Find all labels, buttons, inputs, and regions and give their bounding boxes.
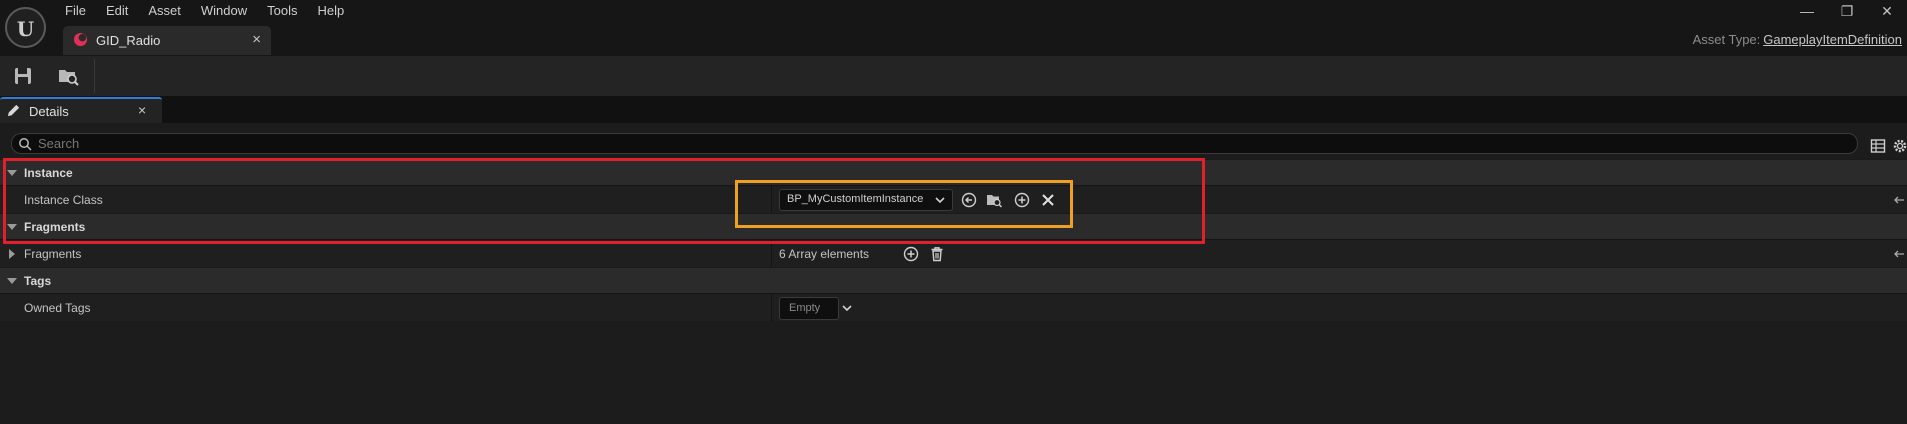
search-row: Search — [0, 129, 1907, 159]
asset-type-link[interactable]: GameplayItemDefinition — [1763, 32, 1902, 47]
reset-to-default-icon[interactable] — [1893, 248, 1905, 260]
details-tab[interactable]: Details × — [0, 97, 162, 123]
menu-help[interactable]: Help — [307, 0, 354, 22]
property-label: Fragments — [24, 247, 82, 261]
collapse-chevron-icon[interactable] — [7, 278, 17, 284]
chevron-down-icon[interactable] — [842, 304, 852, 312]
toolbar-separator — [94, 59, 95, 93]
menu-tools[interactable]: Tools — [257, 0, 307, 22]
details-tab-label: Details — [29, 104, 69, 119]
asset-type-info: Asset Type: GameplayItemDefinition — [1693, 32, 1902, 47]
property-label: Owned Tags — [24, 301, 91, 315]
asset-tab[interactable]: GID_Radio × — [63, 26, 271, 55]
close-window-button[interactable]: ✕ — [1867, 0, 1907, 22]
details-panel: Search Instance Instance Class BP_MyCust… — [0, 123, 1907, 424]
property-label: Instance Class — [24, 193, 103, 207]
property-row-instance-class: Instance Class BP_MyCustomItemInstance — [0, 185, 1907, 214]
trash-icon[interactable] — [929, 246, 945, 262]
gear-icon[interactable] — [1891, 137, 1907, 155]
search-input[interactable]: Search — [11, 133, 1858, 154]
category-tags[interactable]: Tags — [0, 267, 1907, 293]
gameplay-item-icon — [73, 32, 88, 47]
browse-icon[interactable] — [986, 192, 1002, 208]
column-divider[interactable] — [771, 186, 772, 214]
property-row-fragments: Fragments 6 Array elements — [0, 239, 1907, 268]
browse-to-asset-icon[interactable] — [56, 64, 80, 88]
add-element-icon[interactable] — [903, 246, 919, 262]
owned-tags-field[interactable]: Empty — [779, 297, 839, 320]
restore-button[interactable]: ❐ — [1827, 0, 1867, 22]
window-controls: — ❐ ✕ — [1787, 0, 1907, 22]
collapse-chevron-icon[interactable] — [7, 224, 17, 230]
search-placeholder: Search — [38, 136, 80, 151]
menu-file[interactable]: File — [55, 0, 96, 22]
menu-edit[interactable]: Edit — [96, 0, 138, 22]
unreal-logo-icon: U — [5, 7, 46, 48]
close-details-icon[interactable]: × — [138, 102, 146, 118]
save-icon[interactable] — [11, 64, 35, 88]
search-icon — [19, 138, 32, 151]
category-label: Instance — [24, 166, 73, 180]
asset-type-prefix: Asset Type: — [1692, 32, 1761, 47]
use-selected-icon[interactable] — [961, 192, 977, 208]
minimize-button[interactable]: — — [1787, 0, 1827, 22]
menu-bar: File Edit Asset Window Tools Help — [55, 0, 354, 22]
category-instance[interactable]: Instance — [0, 159, 1907, 185]
column-divider[interactable] — [771, 294, 772, 322]
menu-window[interactable]: Window — [191, 0, 257, 22]
menu-asset[interactable]: Asset — [138, 0, 191, 22]
title-bar: U File Edit Asset Window Tools Help — ❐ … — [0, 0, 1907, 56]
pencil-icon — [7, 104, 20, 117]
toolbar — [0, 56, 1907, 96]
array-count: 6 Array elements — [779, 247, 870, 261]
panel-tab-row: Details × — [0, 96, 1907, 123]
combo-value: BP_MyCustomItemInstance — [787, 193, 924, 205]
table-view-icon[interactable] — [1870, 138, 1886, 154]
column-divider[interactable] — [771, 240, 772, 268]
add-icon[interactable] — [1014, 192, 1030, 208]
reset-to-default-icon[interactable] — [1893, 194, 1905, 206]
close-tab-icon[interactable]: × — [252, 31, 261, 48]
clear-icon[interactable] — [1040, 192, 1056, 208]
category-fragments[interactable]: Fragments — [0, 213, 1907, 239]
property-row-owned-tags: Owned Tags Empty — [0, 293, 1907, 322]
tag-value: Empty — [789, 302, 821, 314]
instance-class-combo[interactable]: BP_MyCustomItemInstance — [779, 189, 953, 211]
category-label: Fragments — [24, 220, 86, 234]
category-label: Tags — [24, 274, 52, 288]
collapse-chevron-icon[interactable] — [7, 170, 17, 176]
asset-tab-label: GID_Radio — [96, 33, 161, 48]
expand-arrow-icon[interactable] — [9, 249, 15, 259]
chevron-down-icon — [935, 197, 945, 204]
